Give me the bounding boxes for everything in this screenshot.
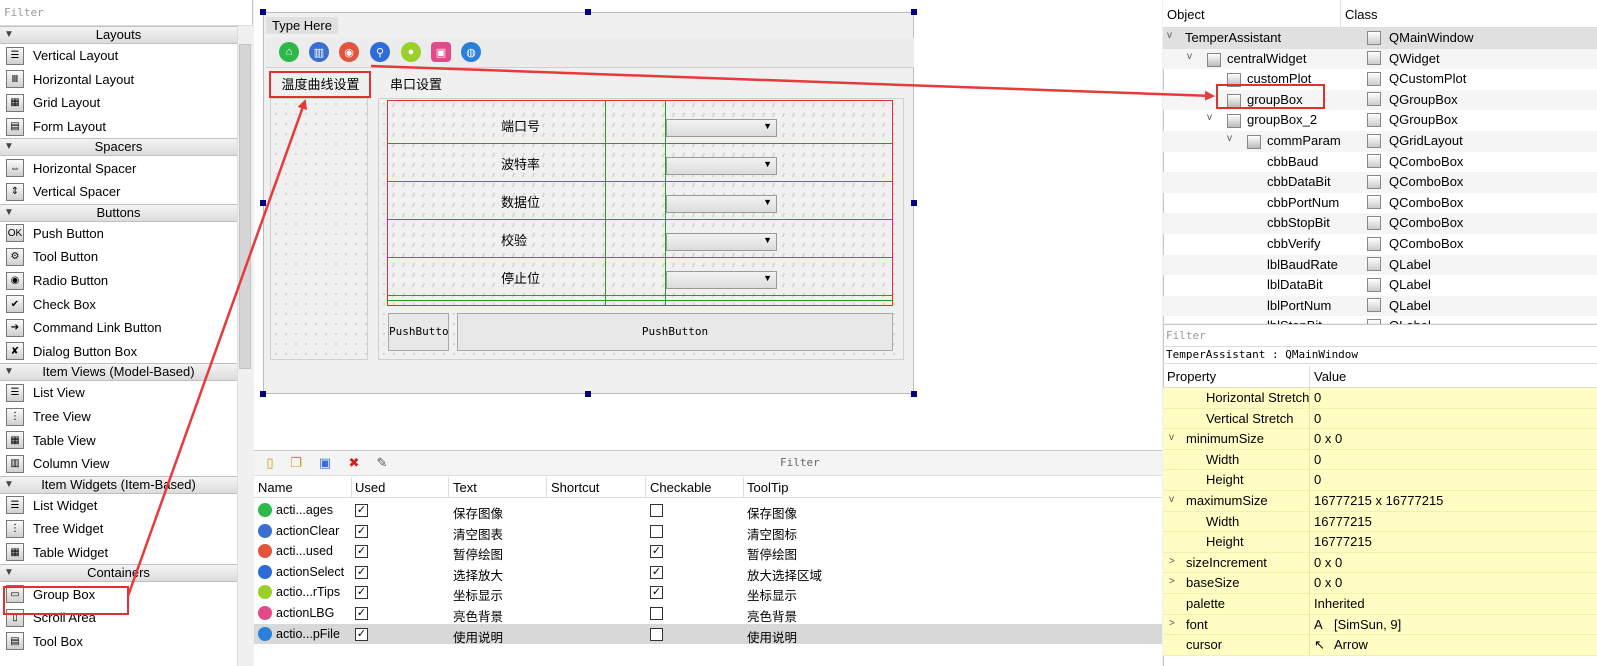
annotation-arrows	[126, 64, 1215, 597]
arrow-widget-to-tab	[126, 99, 308, 597]
arrow-tab-to-object	[370, 64, 1215, 101]
